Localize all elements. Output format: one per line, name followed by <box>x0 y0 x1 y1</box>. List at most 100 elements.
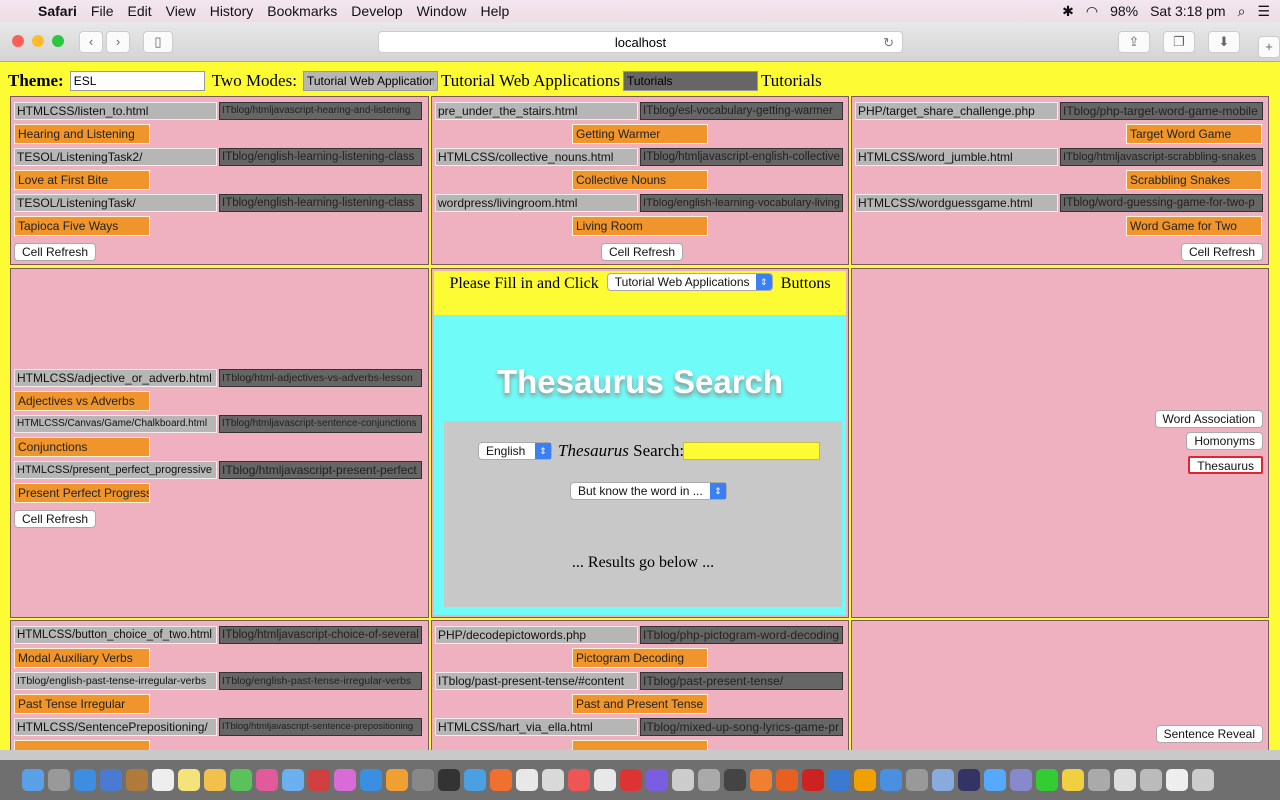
blog-url-field[interactable]: ITblog/english-past-tense-irregular-verb… <box>219 672 422 690</box>
menu-view[interactable]: View <box>166 3 196 19</box>
close-window-button[interactable] <box>12 35 24 47</box>
tutorial-button[interactable]: Scrabbling Snakes <box>1126 170 1262 190</box>
url-field[interactable]: ITblog/english-past-tense-irregular-verb… <box>14 672 217 690</box>
url-field[interactable]: HTMLCSS/present_perfect_progressive <box>14 461 217 479</box>
dock-app-icon[interactable] <box>1114 769 1136 791</box>
tutorial-button[interactable]: Getting Warmer <box>572 124 708 144</box>
downloads-icon[interactable]: ⬇ <box>1208 31 1240 53</box>
menu-develop[interactable]: Develop <box>351 3 402 19</box>
dock-app-icon[interactable] <box>958 769 980 791</box>
url-field[interactable]: PHP/decodepictowords.php <box>435 626 638 644</box>
tutorial-button[interactable] <box>14 740 150 750</box>
dock-app-icon[interactable] <box>1140 769 1162 791</box>
homonyms-button[interactable]: Homonyms <box>1186 432 1263 450</box>
blog-url-field[interactable]: ITblog/php-pictogram-word-decoding <box>640 626 843 644</box>
url-field[interactable]: HTMLCSS/adjective_or_adverb.html <box>14 369 217 387</box>
tutorial-button[interactable]: Living Room <box>572 216 708 236</box>
blog-url-field[interactable]: ITblog/htmljavascript-choice-of-several <box>219 626 422 644</box>
tutorial-button[interactable]: Past Tense Irregular <box>14 694 150 714</box>
blog-url-field[interactable]: ITblog/english-learning-listening-class <box>219 148 422 166</box>
dock-app-icon[interactable] <box>464 769 486 791</box>
dock-app-icon[interactable] <box>984 769 1006 791</box>
tabs-icon[interactable]: ❐ <box>1163 31 1195 53</box>
dock-app-icon[interactable] <box>386 769 408 791</box>
reload-icon[interactable]: ↻ <box>883 32 894 53</box>
mode2-input[interactable] <box>622 71 758 91</box>
dock-app-icon[interactable] <box>672 769 694 791</box>
dock-app-icon[interactable] <box>1088 769 1110 791</box>
menu-app[interactable]: Safari <box>38 3 77 19</box>
cell-refresh-button[interactable]: Cell Refresh <box>1180 243 1263 261</box>
dock-app-icon[interactable] <box>74 769 96 791</box>
dock-app-icon[interactable] <box>776 769 798 791</box>
tutorial-button[interactable]: Tapioca Five Ways <box>14 216 150 236</box>
cell-refresh-button[interactable]: Cell Refresh <box>14 510 97 528</box>
search-icon[interactable]: ⌕ <box>1238 3 1246 20</box>
dock-app-icon[interactable] <box>48 769 70 791</box>
dock-app-icon[interactable] <box>646 769 668 791</box>
dock-app-icon[interactable] <box>568 769 590 791</box>
dock-app-icon[interactable] <box>152 769 174 791</box>
address-bar[interactable]: localhost ↻ <box>378 31 903 53</box>
wifi-icon[interactable]: ◠ <box>1086 3 1098 20</box>
dock-app-icon[interactable] <box>932 769 954 791</box>
dock-app-icon[interactable] <box>750 769 772 791</box>
blog-url-field[interactable]: ITblog/htmljavascript-hearing-and-listen… <box>219 102 422 120</box>
url-field[interactable]: HTMLCSS/Canvas/Game/Chalkboard.html <box>14 415 217 433</box>
sentence-reveal-button[interactable]: Sentence Reveal <box>1155 725 1263 743</box>
blog-url-field[interactable]: ITblog/english-learning-listening-class <box>219 194 422 212</box>
menu-history[interactable]: History <box>210 3 254 19</box>
menu-window[interactable]: Window <box>417 3 467 19</box>
url-field[interactable]: HTMLCSS/hart_via_ella.html <box>435 718 638 736</box>
thesaurus-button[interactable]: Thesaurus <box>1188 456 1263 474</box>
theme-input[interactable] <box>69 71 205 91</box>
dock-app-icon[interactable] <box>490 769 512 791</box>
know-word-select[interactable]: But know the word in ... ⇕ <box>570 482 727 500</box>
blog-url-field[interactable]: ITblog/php-target-word-game-mobile <box>1060 102 1263 120</box>
menu-help[interactable]: Help <box>480 3 509 19</box>
menu-file[interactable]: File <box>91 3 114 19</box>
url-field[interactable]: HTMLCSS/collective_nouns.html <box>435 148 638 166</box>
word-association-button[interactable]: Word Association <box>1154 410 1263 428</box>
dock-app-icon[interactable] <box>802 769 824 791</box>
thesaurus-search-input[interactable] <box>683 442 820 460</box>
dock-app-icon[interactable] <box>282 769 304 791</box>
blog-url-field[interactable]: ITblog/html-adjectives-vs-adverbs-lesson <box>219 369 422 387</box>
dock-app-icon[interactable] <box>308 769 330 791</box>
url-field[interactable]: HTMLCSS/listen_to.html <box>14 102 217 120</box>
menu-edit[interactable]: Edit <box>127 3 151 19</box>
dock-app-icon[interactable] <box>1036 769 1058 791</box>
zoom-window-button[interactable] <box>52 35 64 47</box>
url-field[interactable]: HTMLCSS/word_jumble.html <box>855 148 1058 166</box>
tutorial-button[interactable]: Target Word Game <box>1126 124 1262 144</box>
url-field[interactable]: HTMLCSS/button_choice_of_two.html <box>14 626 217 644</box>
blog-url-field[interactable]: ITblog/past-present-tense/ <box>640 672 843 690</box>
dock-app-icon[interactable] <box>620 769 642 791</box>
dock-app-icon[interactable] <box>256 769 278 791</box>
list-icon[interactable]: ☰ <box>1257 3 1270 20</box>
blog-url-field[interactable]: ITblog/word-guessing-game-for-two-p <box>1060 194 1263 212</box>
dock-app-icon[interactable] <box>1192 769 1214 791</box>
blog-url-field[interactable]: ITblog/htmljavascript-scrabbling-snakes <box>1060 148 1263 166</box>
dock-app-icon[interactable] <box>230 769 252 791</box>
tutorial-button[interactable]: Modal Auxiliary Verbs <box>14 648 150 668</box>
dock-app-icon[interactable] <box>1010 769 1032 791</box>
url-field[interactable]: wordpress/livingroom.html <box>435 194 638 212</box>
dock-app-icon[interactable] <box>724 769 746 791</box>
minimize-window-button[interactable] <box>32 35 44 47</box>
horizontal-scrollbar[interactable] <box>0 750 1280 760</box>
dock-app-icon[interactable] <box>516 769 538 791</box>
dock-app-icon[interactable] <box>126 769 148 791</box>
blog-url-field[interactable]: ITblog/htmljavascript-sentence-prepositi… <box>219 718 422 736</box>
dock-app-icon[interactable] <box>412 769 434 791</box>
battery-percent[interactable]: 98% <box>1110 3 1138 19</box>
blog-url-field[interactable]: ITblog/mixed-up-song-lyrics-game-pr <box>640 718 843 736</box>
url-field[interactable]: TESOL/ListeningTask/ <box>14 194 217 212</box>
clock[interactable]: Sat 3:18 pm <box>1150 3 1226 19</box>
dock-app-icon[interactable] <box>542 769 564 791</box>
dock-app-icon[interactable] <box>1166 769 1188 791</box>
tutorial-button[interactable]: Adjectives vs Adverbs <box>14 391 150 411</box>
url-field[interactable]: HTMLCSS/wordguessgame.html <box>855 194 1058 212</box>
dock-app-icon[interactable] <box>828 769 850 791</box>
forward-button[interactable]: › <box>106 31 130 53</box>
